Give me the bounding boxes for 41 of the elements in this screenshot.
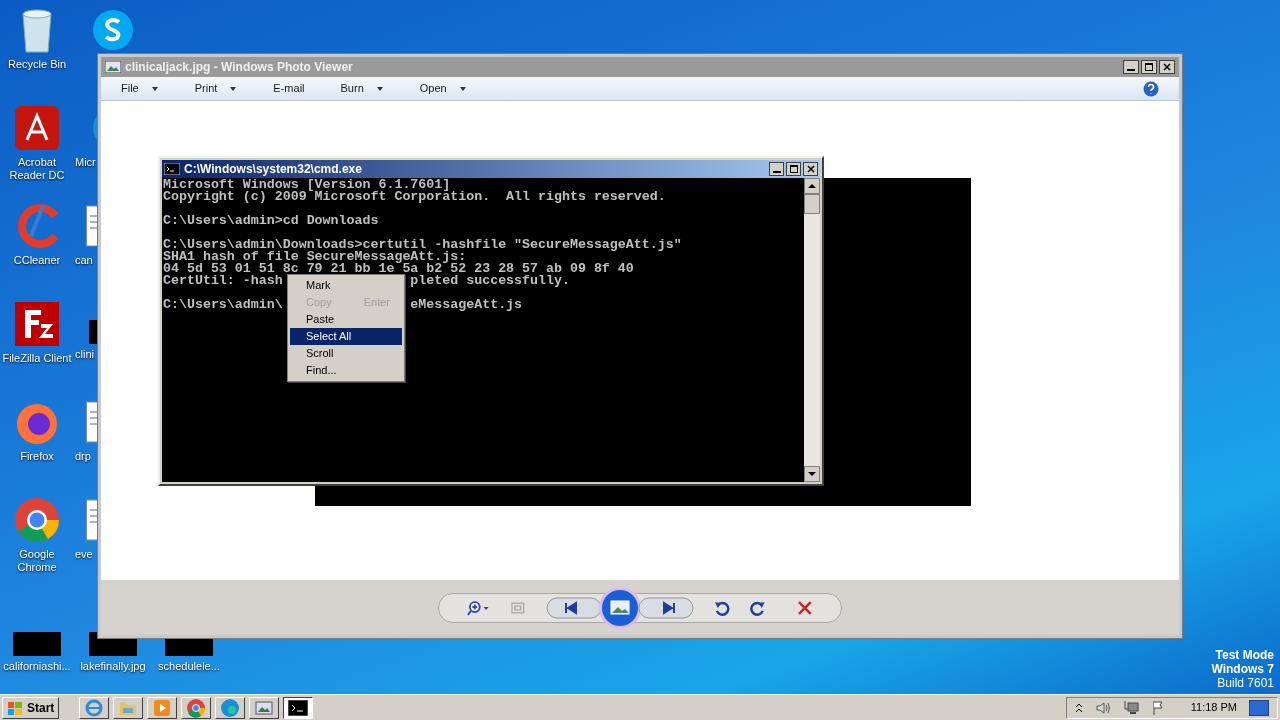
window-title: C:\Windows\system32\cmd.exe bbox=[184, 161, 363, 178]
context-menu-item[interactable]: Find... bbox=[290, 362, 402, 379]
console-line: 04 5d 53 01 51 8c 79 21 bb 1e 5a b2 52 23 28 57 ab 09 8f 40 bbox=[163, 263, 634, 275]
clock[interactable]: 11:18 PM bbox=[1190, 699, 1237, 716]
context-menu-item[interactable]: Scroll bbox=[290, 345, 402, 362]
menu-item[interactable]: E-mail bbox=[273, 80, 305, 97]
context-menu-item[interactable]: Select All bbox=[290, 328, 402, 345]
desktop-icon-label[interactable]: Firefox bbox=[20, 450, 54, 463]
window-title: clinicaljack.jpg - Windows Photo Viewer bbox=[125, 59, 354, 76]
desktop-icon-label[interactable]: Micr bbox=[75, 156, 96, 169]
console-line: eMessageAtt.js bbox=[410, 299, 523, 311]
desktop-icon-label[interactable]: schedulele... bbox=[158, 660, 220, 673]
menu-item[interactable]: Open bbox=[419, 80, 467, 97]
desktop-icon-label[interactable]: drp bbox=[75, 450, 91, 463]
os-notice-text: Test Mode bbox=[1215, 648, 1274, 662]
context-menu-item[interactable]: Paste bbox=[290, 311, 402, 328]
desktop-icon-label[interactable]: californiashi... bbox=[3, 660, 71, 673]
console-line: Copyright (c) 2009 Microsoft Corporation. All rights reserved. bbox=[163, 191, 666, 203]
console-line: CertUtil: -hash bbox=[163, 275, 283, 287]
menu-item[interactable]: File bbox=[121, 80, 159, 97]
desktop-icon-label[interactable]: clini bbox=[75, 348, 94, 361]
context-menu-item[interactable]: Mark bbox=[290, 277, 402, 294]
desktop-icon-label[interactable]: Acrobat Reader DC bbox=[0, 156, 74, 182]
os-notice-text: Windows 7 bbox=[1211, 662, 1274, 676]
desktop-icon-label[interactable]: Google Chrome bbox=[0, 548, 74, 574]
desktop-icon-label[interactable]: can bbox=[75, 254, 93, 267]
desktop-icon-label[interactable]: lakefinally.jpg bbox=[80, 660, 146, 673]
console-line: SHA1 hash of file SecureMessageAtt.js: bbox=[163, 251, 467, 263]
menu-item[interactable]: Burn bbox=[340, 80, 384, 97]
desktop-icon-label[interactable]: CCleaner bbox=[13, 254, 61, 267]
desktop-icon-label[interactable]: Recycle Bin bbox=[7, 58, 67, 71]
console-line: pleted successfully. bbox=[410, 275, 570, 287]
console-line: C:\Users\admin\Downloads>certutil -hashfile "SecureMessageAtt.js" bbox=[163, 239, 682, 251]
console-line: C:\Users\admin>cd Downloads bbox=[163, 215, 379, 227]
start-button[interactable]: Start bbox=[2, 696, 60, 719]
console-line: C:\Users\admin\ bbox=[163, 299, 283, 311]
os-notice-text: Build 7601 bbox=[1217, 676, 1274, 690]
menu-item[interactable]: Print bbox=[194, 80, 238, 97]
desktop-icon-label[interactable]: FileZilla Client bbox=[2, 352, 72, 365]
console-line: Microsoft Windows [Version 6.1.7601] bbox=[163, 179, 451, 191]
desktop-icon-label[interactable]: eve bbox=[75, 548, 93, 561]
